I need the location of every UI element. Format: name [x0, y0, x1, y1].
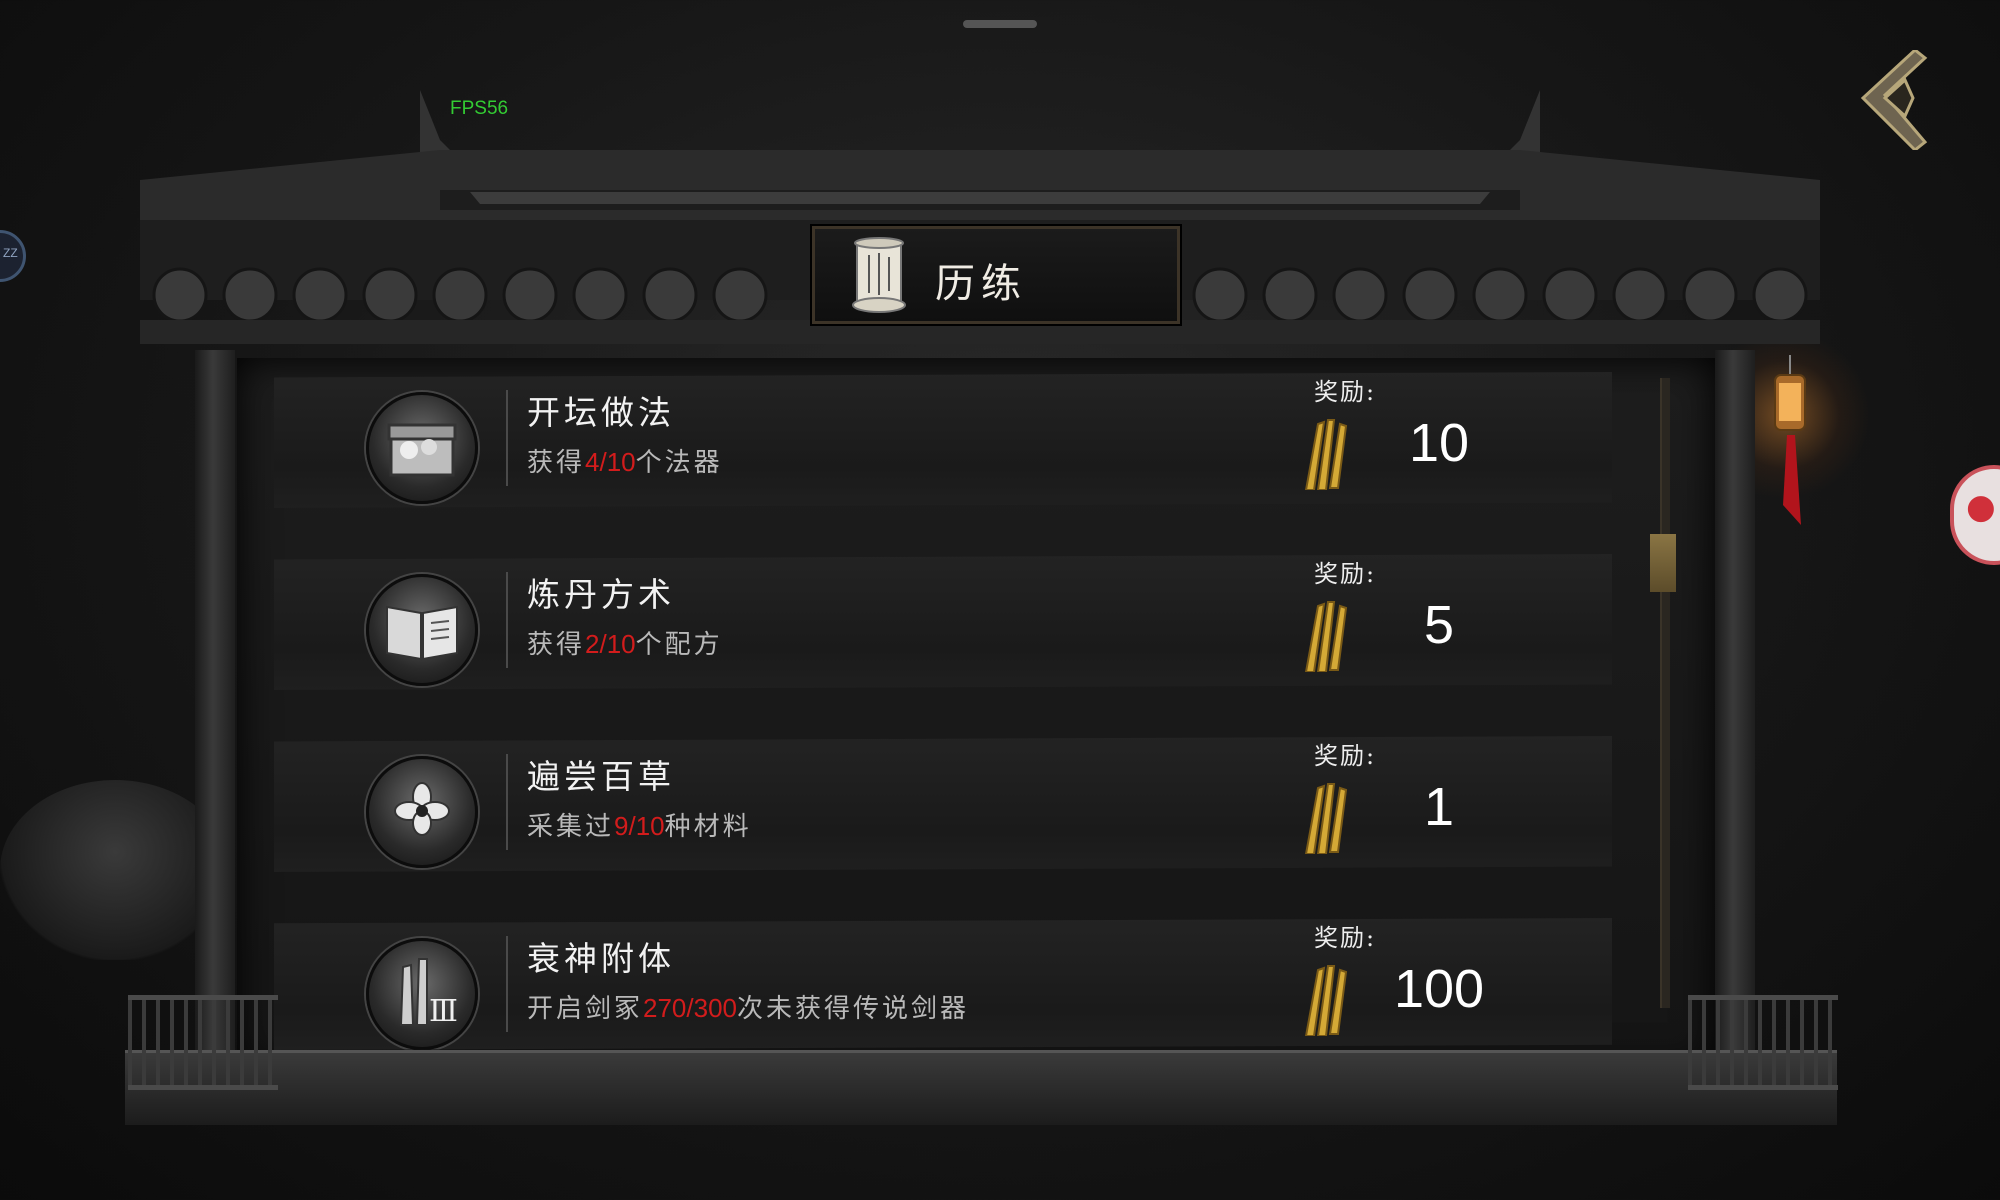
- quest-description: 获得4/10个法器: [527, 442, 723, 479]
- stage-floor: [125, 1050, 1837, 1125]
- sword-tomb-icon: Ⅲ: [366, 938, 478, 1050]
- quest-title: 炼丹方术: [527, 575, 675, 614]
- desc-suffix: 个配方: [635, 630, 723, 660]
- quest-title: 衰神附体: [527, 939, 675, 978]
- right-pillar: [1715, 350, 1755, 1090]
- quest-row[interactable]: 炼丹方术 获得2/10个配方 奖励: 5: [274, 554, 1612, 690]
- reward-label: 奖励:: [1314, 378, 1377, 406]
- quest-progress: 9/10: [614, 811, 665, 841]
- flower-icon: [366, 756, 478, 868]
- reward-amount: 5: [1423, 595, 1455, 655]
- golden-swords-icon: [1304, 419, 1348, 490]
- desc-prefix: 采集过: [527, 812, 615, 842]
- desc-prefix: 开启剑冢: [527, 994, 644, 1024]
- back-button[interactable]: [1855, 50, 1935, 150]
- left-pillar: [195, 350, 235, 1090]
- golden-swords-icon: [1304, 601, 1348, 672]
- record-button[interactable]: ●: [1950, 465, 2000, 565]
- drag-handle[interactable]: [963, 20, 1037, 28]
- row-divider: [506, 572, 508, 668]
- edge-badge-label: ZZ: [3, 246, 18, 260]
- row-divider: [506, 390, 508, 486]
- reward-amount: 100: [1393, 959, 1485, 1019]
- quest-description: 获得2/10个配方: [527, 624, 723, 661]
- scrollbar-track[interactable]: [1660, 378, 1670, 1008]
- floating-edge-badge[interactable]: ZZ: [0, 230, 26, 282]
- quest-progress: 2/10: [585, 629, 636, 659]
- right-railing: [1688, 995, 1838, 1090]
- treasure-chest-icon: [366, 392, 478, 504]
- golden-swords-icon: [1304, 783, 1348, 854]
- quest-title: 开坛做法: [527, 393, 675, 432]
- desc-suffix: 个法器: [635, 448, 723, 478]
- lantern-icon: [1774, 355, 1806, 525]
- golden-swords-icon: [1304, 965, 1348, 1036]
- reward-label: 奖励:: [1314, 924, 1377, 952]
- scroll-icon: [852, 237, 906, 313]
- quest-description: 开启剑冢270/300次未获得传说剑器: [527, 988, 969, 1025]
- quest-row[interactable]: 开坛做法 获得4/10个法器 奖励: 10: [274, 372, 1612, 508]
- reward-amount: 1: [1423, 777, 1455, 837]
- svg-text:Ⅲ: Ⅲ: [429, 994, 458, 1029]
- quest-description: 采集过9/10种材料: [527, 806, 752, 843]
- desc-suffix: 次未获得传说剑器: [737, 994, 970, 1024]
- quest-progress: 270/300: [643, 993, 737, 1023]
- quest-row[interactable]: 遍尝百草 采集过9/10种材料 奖励: 1: [274, 736, 1612, 872]
- record-icon: ●: [1966, 487, 1996, 527]
- page-title: 历练: [935, 261, 1027, 307]
- desc-suffix: 种材料: [664, 812, 752, 842]
- reward-label: 奖励:: [1314, 742, 1377, 770]
- row-divider: [506, 936, 508, 1032]
- title-plaque: 历练: [812, 226, 1180, 324]
- reward-amount: 10: [1408, 413, 1470, 473]
- open-book-icon: [366, 574, 478, 686]
- scrollbar-thumb[interactable]: [1650, 534, 1676, 592]
- quest-progress: 4/10: [585, 447, 636, 477]
- reward-label: 奖励:: [1314, 560, 1377, 588]
- desc-prefix: 获得: [527, 448, 586, 478]
- quest-title: 遍尝百草: [527, 757, 675, 796]
- quest-row[interactable]: Ⅲ 衰神附体 开启剑冢270/300次未获得传说剑器 奖励: 100: [274, 918, 1612, 1050]
- desc-prefix: 获得: [527, 630, 586, 660]
- left-railing: [128, 995, 278, 1090]
- row-divider: [506, 754, 508, 850]
